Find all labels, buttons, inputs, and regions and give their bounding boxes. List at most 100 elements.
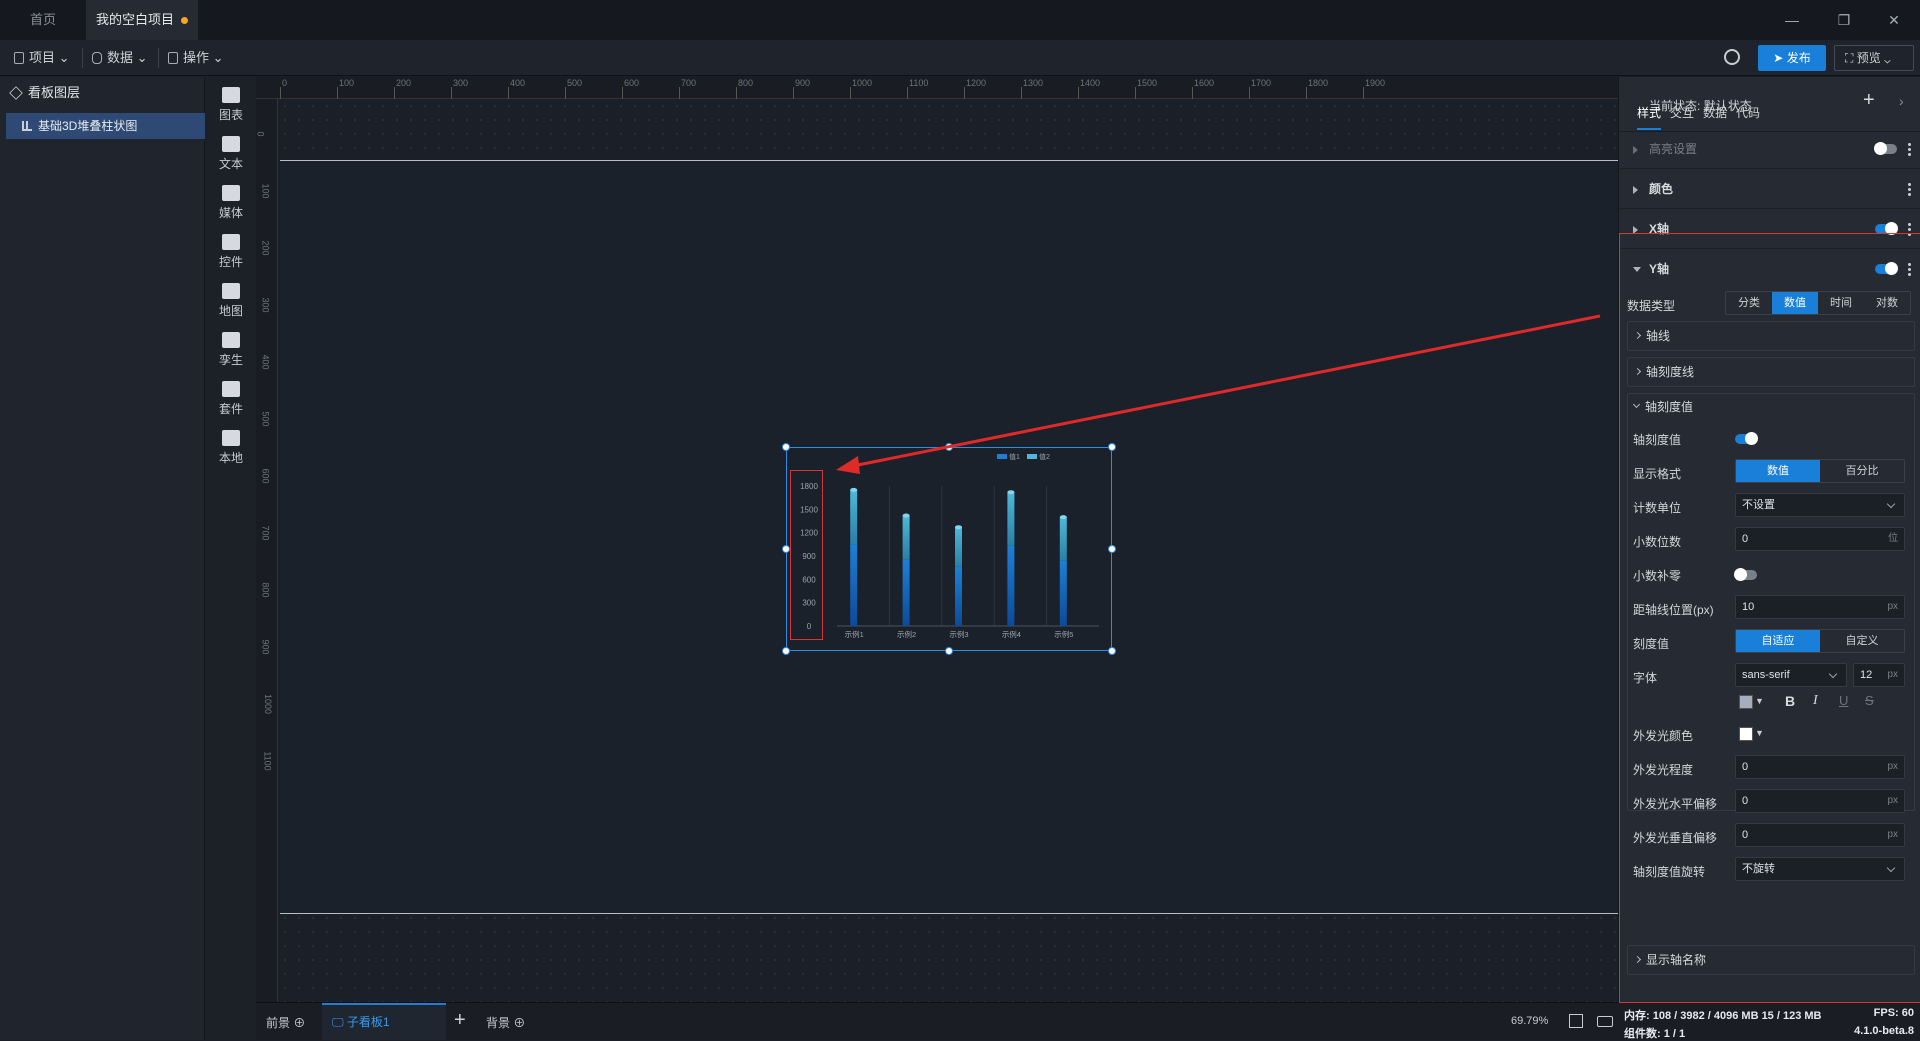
resize-handle[interactable] [782,647,790,655]
background-layer-tab[interactable]: 背景 ⊕ [486,1014,525,1031]
ruler-tick-label: 1400 [1080,78,1101,88]
resize-handle[interactable] [782,545,790,553]
more-icon[interactable] [1908,142,1911,156]
caret-down-icon[interactable]: ▼ [1755,696,1764,706]
distance-value: 10 [1742,601,1755,613]
tool-3[interactable]: 控件 [206,234,256,270]
add-board-icon[interactable]: + [454,1009,466,1032]
tool-2[interactable]: 媒体 [206,185,256,221]
unit-select[interactable]: 不设置 [1735,493,1905,517]
ruler-tick-label: 1200 [966,78,987,88]
seg-scale-option-0[interactable]: 自适应 [1736,630,1820,652]
distance-input[interactable]: 10 px [1735,595,1905,619]
font-color-swatch[interactable] [1739,695,1753,709]
tab-home[interactable]: 首页 [0,0,86,40]
tool-7[interactable]: 本地 [206,430,256,466]
ruler-tick-label: 200 [260,240,271,256]
format-selector[interactable]: 数值 百分比 [1735,459,1905,483]
chevron-right-icon[interactable]: › [1899,93,1904,109]
seg-dtype-option-0[interactable]: 分类 [1726,292,1772,314]
scale-selector[interactable]: 自适应 自定义 [1735,629,1905,653]
strikethrough-button[interactable]: S [1865,693,1874,708]
ruler-tick [337,87,338,99]
pad-zero-toggle[interactable] [1734,568,1757,581]
keyboard-icon[interactable] [1597,1016,1613,1027]
panel-tab-0[interactable]: 样式 [1637,104,1662,130]
decimals-input[interactable]: 0位 [1735,527,1905,551]
publish-button[interactable]: ➤ 发布 [1758,45,1826,71]
glow-level-label: 外发光程度 [1633,763,1694,777]
panel-tab-3[interactable]: 代码 [1736,104,1760,121]
menu-data[interactable]: 数据 ⌄ [92,40,148,76]
rotate-select-value: 不旋转 [1742,863,1775,875]
panel-tab-1[interactable]: 交互 [1670,104,1694,121]
data-type-selector[interactable]: 分类 数值 时间 对数 [1725,291,1911,315]
ruler-tick-label: 100 [260,183,271,199]
section-yaxis-label: Y轴 [1649,262,1670,276]
board-tab[interactable]: 🖵 子看板1 [322,1003,446,1040]
search-icon[interactable] [1724,49,1740,65]
subsection-axis-line[interactable]: 轴线 [1627,321,1915,351]
tab-project[interactable]: 我的空白项目 [86,0,198,40]
seg-scale-option-1[interactable]: 自定义 [1820,630,1904,652]
bar-cap [1007,490,1015,495]
database-icon [92,52,102,64]
highlight-toggle[interactable] [1874,142,1897,155]
glow-h-input[interactable]: 0 px [1735,789,1905,813]
restore-icon[interactable]: ❐ [1834,10,1854,30]
italic-button[interactable]: I [1813,693,1818,709]
font-size-input[interactable]: 12 px [1853,663,1905,687]
close-icon[interactable]: ✕ [1884,10,1904,30]
tool-0[interactable]: 图表 [206,87,256,123]
rotate-select[interactable]: 不旋转 [1735,857,1905,881]
resize-handle[interactable] [1108,545,1116,553]
subsection-axis-ticks[interactable]: 轴刻度线 [1627,357,1915,387]
layer-item-label: 基础3D堆叠柱状图 [38,119,138,133]
panel-tab-2[interactable]: 数据 [1703,104,1727,121]
bold-button[interactable]: B [1785,693,1795,709]
tool-6[interactable]: 套件 [206,381,256,417]
glow-level-input[interactable]: 0 px [1735,755,1905,779]
layer-item[interactable]: 基础3D堆叠柱状图 [6,113,205,139]
zoom-level[interactable]: 69.79% [1511,1015,1548,1027]
yaxis-toggle[interactable] [1875,262,1898,275]
subsection-axis-name[interactable]: 显示轴名称 [1627,945,1915,975]
seg-dtype-option-1[interactable]: 数值 [1772,292,1818,314]
minimize-icon[interactable]: — [1782,10,1802,30]
section-yaxis[interactable]: Y轴 [1619,249,1920,289]
caret-down-icon[interactable]: ▼ [1755,728,1764,738]
section-highlight[interactable]: 高亮设置 [1619,129,1920,169]
section-color[interactable]: 颜色 [1619,169,1920,209]
tool-5[interactable]: 孪生 [206,332,256,368]
ruler-tick-label: 1700 [1251,78,1272,88]
seg-dtype-option-3[interactable]: 对数 [1864,292,1910,314]
seg-format-option-1[interactable]: 百分比 [1820,460,1904,482]
front-layer-tab[interactable]: 前景 ⊕ [266,1014,305,1031]
tickval-toggle[interactable] [1735,432,1758,445]
more-icon[interactable] [1908,262,1911,276]
add-circle-icon[interactable]: ⊕ [513,1016,525,1030]
format-label: 显示格式 [1633,467,1682,481]
glow-color-swatch[interactable] [1739,727,1753,741]
seg-format-option-0[interactable]: 数值 [1736,460,1820,482]
add-circle-icon[interactable]: ⊕ [293,1016,305,1030]
glow-v-input[interactable]: 0 px [1735,823,1905,847]
tool-4[interactable]: 地图 [206,283,256,319]
resize-handle[interactable] [782,443,790,451]
subsection-tick-values[interactable]: 轴刻度值 [1627,393,1915,421]
preview-button[interactable]: ⛶ 预览 ⌄ [1834,45,1914,71]
font-select[interactable]: sans-serif [1735,663,1847,687]
fit-screen-icon[interactable] [1569,1014,1583,1028]
add-state-icon[interactable]: + [1863,89,1875,112]
menu-ops[interactable]: 操作 ⌄ [168,40,224,76]
bar-cap [902,513,910,518]
resize-handle[interactable] [1108,647,1116,655]
resize-handle[interactable] [945,647,953,655]
more-icon[interactable] [1908,182,1911,196]
underline-button[interactable]: U [1839,693,1848,708]
x-tick-label: 示例4 [1002,629,1021,639]
seg-dtype-option-2[interactable]: 时间 [1818,292,1864,314]
menu-project[interactable]: 项目 ⌄ [14,40,70,76]
tool-1[interactable]: 文本 [206,136,256,172]
rotate-label: 轴刻度值旋转 [1633,865,1706,879]
